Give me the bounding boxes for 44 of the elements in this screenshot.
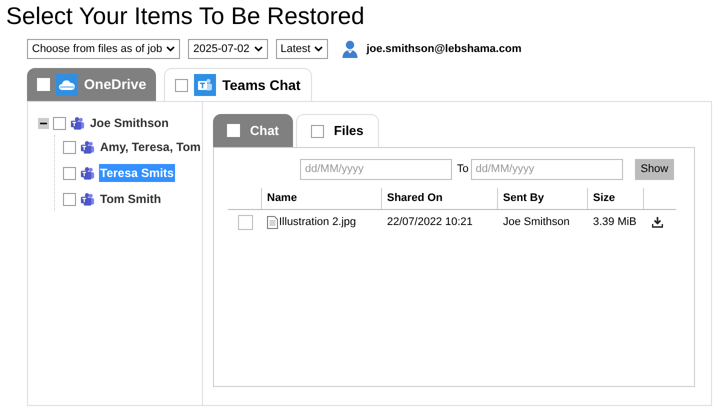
teams-icon — [70, 116, 85, 130]
checkbox[interactable] — [310, 124, 324, 138]
tab[interactable]: Files — [296, 114, 379, 147]
checkbox[interactable] — [175, 78, 188, 92]
column-header: Name — [267, 191, 297, 206]
teams-icon — [80, 166, 95, 180]
checkbox[interactable] — [63, 140, 76, 154]
teams-icon — [194, 74, 216, 96]
file-icon — [267, 216, 278, 228]
cloud-icon — [56, 74, 78, 96]
checkbox[interactable] — [63, 166, 76, 180]
column-header: Shared On — [387, 191, 443, 206]
date-from-field[interactable]: dd/MM/yyyy — [300, 158, 452, 180]
table-cell-text: 22/07/2022 10:21 — [386, 214, 474, 230]
tree-item[interactable]: Tom Smith — [99, 190, 162, 208]
checkbox[interactable] — [63, 192, 76, 206]
user-email: joe.smithson@lebshama.com — [366, 42, 522, 57]
tab[interactable]: Chat — [213, 114, 293, 147]
tab[interactable]: Teams Chat — [164, 68, 312, 101]
caret-icon — [314, 46, 324, 52]
caret-icon — [166, 46, 176, 52]
user-icon — [342, 40, 358, 58]
to-label: To — [457, 162, 469, 177]
table-cell-text: 3.39 MiB — [592, 214, 638, 230]
date-to-field[interactable]: dd/MM/yyyy — [470, 158, 623, 180]
tree-item[interactable]: Joe Smithson — [89, 114, 170, 132]
show-button[interactable]: Show — [634, 158, 674, 180]
checkbox[interactable] — [238, 214, 252, 230]
teams-icon — [80, 192, 95, 206]
column-header: Size — [593, 191, 616, 206]
download-icon[interactable] — [652, 216, 663, 228]
dropdown[interactable]: 2025-07-02 — [188, 39, 268, 59]
tree-item[interactable]: Amy, Teresa, Tom — [99, 138, 202, 156]
table-cell-text: Illustration 2.jpg — [279, 214, 356, 230]
tab[interactable]: OneDrive — [27, 68, 156, 101]
page-title: Select Your Items To Be Restored — [5, 2, 366, 31]
table-cell-text: Joe Smithson — [502, 214, 571, 230]
column-header: Sent By — [503, 191, 544, 206]
teams-icon — [80, 140, 95, 154]
checkbox[interactable] — [53, 116, 66, 130]
collapse-toggle[interactable] — [38, 118, 49, 128]
dropdown[interactable]: Choose from files as of job — [27, 39, 180, 59]
dropdown[interactable]: Latest — [276, 39, 328, 59]
caret-icon — [254, 46, 263, 52]
